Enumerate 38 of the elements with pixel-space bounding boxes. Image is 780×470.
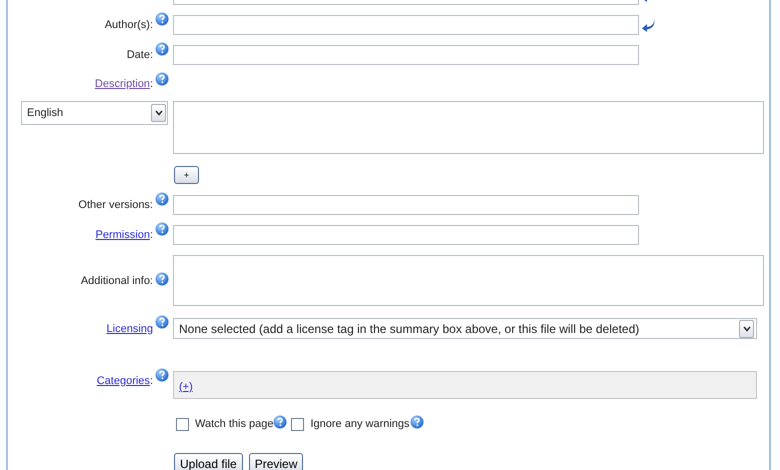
colon-text: : — [150, 375, 153, 387]
dropdown-icon — [739, 320, 754, 338]
help-icon[interactable] — [410, 415, 424, 429]
checkbox-label: Watch this page — [195, 418, 274, 430]
language-select[interactable]: English — [21, 101, 168, 125]
field-label-link[interactable]: Categories — [96, 375, 150, 387]
text-field[interactable] — [173, 15, 639, 35]
add-category-link[interactable]: (+) — [179, 381, 193, 393]
checkbox[interactable] — [176, 418, 189, 430]
return-arrow-icon[interactable] — [641, 17, 657, 33]
add-button[interactable]: + — [174, 166, 199, 184]
help-icon[interactable] — [155, 272, 169, 286]
help-icon[interactable] — [155, 42, 169, 56]
license-select[interactable]: None selected (add a license tag in the summary box above, or this file will be deleted) — [173, 318, 757, 339]
checkbox-label: Ignore any warnings — [310, 418, 410, 430]
text-field[interactable] — [173, 45, 639, 65]
field-label-link[interactable]: Description — [94, 78, 150, 90]
field-label: Date: — [126, 49, 153, 61]
colon-text: : — [150, 229, 153, 241]
help-icon[interactable] — [155, 222, 169, 236]
dropdown-icon — [151, 104, 166, 122]
help-icon[interactable] — [155, 72, 169, 86]
form-button[interactable]: Preview — [248, 453, 304, 470]
field-label-link[interactable]: Licensing — [106, 322, 153, 334]
field-label: Author(s): — [104, 19, 153, 31]
help-icon[interactable] — [155, 315, 169, 329]
text-field[interactable] — [173, 195, 639, 215]
colon-text: : — [150, 78, 153, 90]
help-icon[interactable] — [155, 192, 169, 206]
help-icon[interactable] — [273, 415, 288, 429]
help-icon[interactable] — [155, 368, 169, 382]
text-field[interactable] — [173, 225, 639, 245]
field-label: Other versions: — [78, 199, 153, 211]
help-icon[interactable] — [155, 12, 169, 26]
field-label: Additional info: — [80, 274, 153, 286]
checkbox[interactable] — [291, 418, 304, 430]
field-label-link[interactable]: Permission — [96, 229, 150, 241]
textarea-field[interactable] — [173, 255, 764, 306]
